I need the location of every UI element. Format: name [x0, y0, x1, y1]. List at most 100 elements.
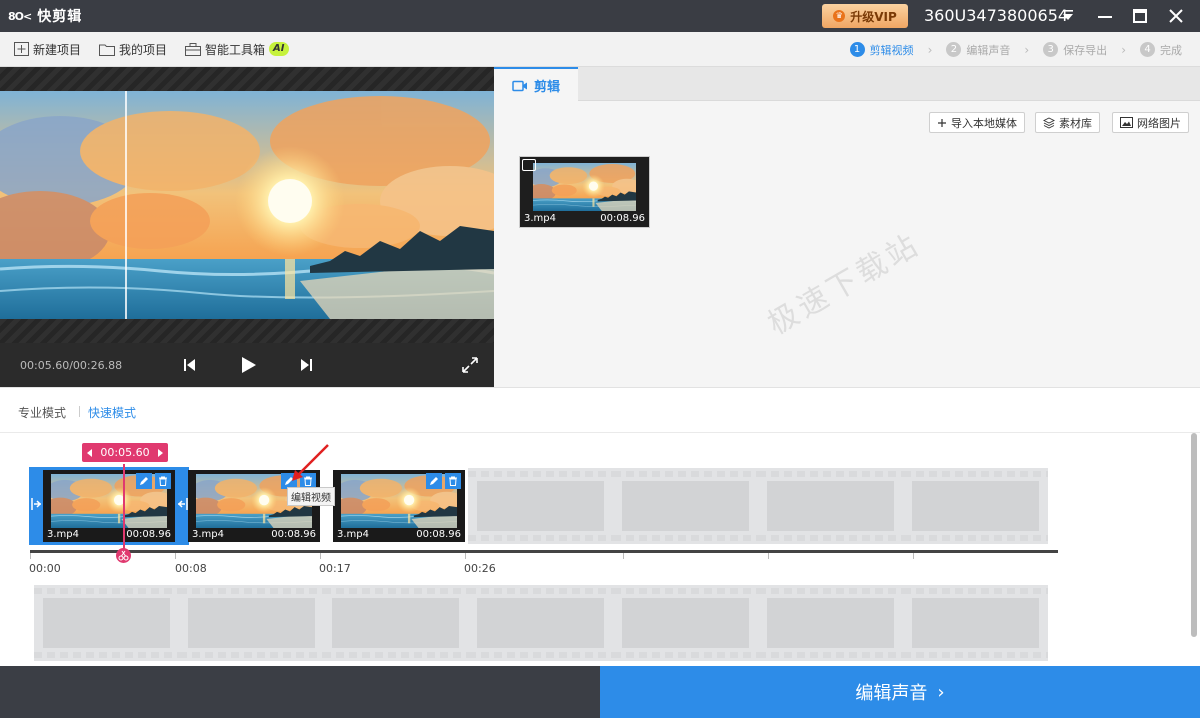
- video-camera-icon: [512, 80, 527, 91]
- edit-clip-pencil-icon[interactable]: [136, 473, 152, 489]
- playhead-line[interactable]: [123, 464, 125, 558]
- delete-clip-trash-icon[interactable]: [155, 473, 171, 489]
- clip-duration: 00:08.96: [126, 529, 171, 540]
- title-bar: 8O< 快剪辑 ♛ 升级VIP 360U3473800654: [0, 0, 1200, 32]
- step-number: 2: [946, 42, 962, 57]
- media-item[interactable]: 3.mp4 00:08.96: [519, 156, 650, 228]
- ai-badge: AI: [269, 42, 289, 56]
- playhead-time: 00:05.60: [100, 446, 150, 459]
- step-label: 剪辑视频: [869, 43, 914, 57]
- nudge-right-icon[interactable]: [156, 448, 164, 457]
- step-save-export[interactable]: 3 保存导出: [1043, 42, 1107, 58]
- empty-clip-slot[interactable]: [468, 468, 613, 544]
- plus-box-icon: [14, 42, 29, 56]
- empty-clip-slot[interactable]: [613, 585, 758, 661]
- import-media-button[interactable]: 导入本地媒体: [929, 112, 1025, 133]
- fast-mode-tab[interactable]: 快速模式: [88, 404, 136, 421]
- added-check-icon: [522, 159, 536, 171]
- pro-mode-tab[interactable]: 专业模式: [18, 404, 66, 421]
- mode-bar: 专业模式 快速模式: [0, 387, 1200, 433]
- image-icon: [1120, 117, 1133, 128]
- edit-clip-pencil-icon[interactable]: [426, 473, 442, 489]
- step-finish[interactable]: 4 完成: [1140, 42, 1182, 58]
- video-preview-frame[interactable]: [0, 91, 494, 319]
- ruler-tick: [175, 553, 176, 559]
- next-button-label: 编辑声音: [855, 683, 928, 704]
- skip-forward-icon[interactable]: [296, 355, 316, 375]
- media-tab-strip: [494, 67, 1200, 101]
- step-label: 保存导出: [1063, 43, 1108, 57]
- trim-left-handle-icon[interactable]: [31, 497, 43, 511]
- tab-edit-label: 剪辑: [533, 80, 560, 95]
- logo-icon: 8O<: [8, 9, 32, 23]
- empty-clip-slot[interactable]: [903, 585, 1048, 661]
- fullscreen-icon[interactable]: [460, 355, 480, 375]
- my-projects-button[interactable]: 我的项目: [99, 41, 167, 58]
- mode-divider: [79, 406, 80, 417]
- media-filename: 3.mp4: [524, 213, 556, 224]
- web-images-button[interactable]: 网络图片: [1112, 112, 1189, 133]
- edit-video-tooltip: 编辑视频: [287, 487, 335, 506]
- ruler-tick: [465, 553, 466, 559]
- username[interactable]: 360U3473800654: [924, 6, 1068, 25]
- clip-filename: 3.mp4: [192, 529, 224, 540]
- step-number: 4: [1140, 42, 1155, 57]
- material-library-button[interactable]: 素材库: [1035, 112, 1100, 133]
- clip-filename: 3.mp4: [337, 529, 369, 540]
- footer-left-area: [0, 666, 600, 718]
- timeline-ruler[interactable]: [30, 550, 1058, 553]
- nudge-left-icon[interactable]: [86, 448, 94, 457]
- smart-tools-label: 智能工具箱: [205, 42, 266, 57]
- minimize-icon[interactable]: [1095, 6, 1115, 26]
- empty-clip-slot[interactable]: [468, 585, 613, 661]
- ruler-label: 00:17: [319, 562, 351, 575]
- video-preview-panel: 00:05.60/00:26.88: [0, 67, 494, 387]
- smart-tools-button[interactable]: 智能工具箱 AI: [185, 41, 289, 58]
- media-panel: 剪辑 导入本地媒体 素材库 网络图片 3.mp4 00:08.96: [494, 67, 1200, 387]
- ruler-tick: [913, 553, 914, 559]
- empty-clip-slot[interactable]: [758, 585, 903, 661]
- empty-clip-slot[interactable]: [323, 585, 468, 661]
- timeline-clip[interactable]: 3.mp4 00:08.96: [333, 470, 465, 542]
- empty-clip-slot[interactable]: [179, 585, 324, 661]
- maximize-icon[interactable]: [1130, 6, 1150, 26]
- ruler-tick: [623, 553, 624, 559]
- ruler-label: 00:00: [29, 562, 61, 575]
- play-icon[interactable]: [238, 355, 258, 375]
- vip-label: 升级VIP: [850, 9, 897, 24]
- skip-back-icon[interactable]: [180, 355, 200, 375]
- user-menu-caret-icon[interactable]: [1062, 9, 1074, 21]
- plus-icon: [938, 118, 946, 127]
- tab-edit[interactable]: 剪辑: [494, 67, 578, 102]
- empty-clip-slot[interactable]: [903, 468, 1048, 544]
- trim-right-handle-icon[interactable]: [176, 497, 188, 511]
- playhead-time-badge[interactable]: 00:05.60: [82, 443, 168, 462]
- step-edit-audio[interactable]: 2 编辑声音: [946, 42, 1010, 58]
- layers-icon: [1043, 116, 1055, 129]
- preview-letterbox-top: [0, 67, 494, 91]
- split-scissors-icon[interactable]: [116, 548, 131, 563]
- empty-clip-slot[interactable]: [34, 585, 179, 661]
- main-toolbar: 新建项目 我的项目 智能工具箱 AI 1 剪辑视频 › 2 编辑声音 › 3 保…: [0, 32, 1200, 67]
- ruler-label: 00:26: [464, 562, 496, 575]
- timeline-scrollbar[interactable]: [1191, 433, 1197, 637]
- step-edit-video[interactable]: 1 剪辑视频: [849, 42, 914, 58]
- clip-duration: 00:08.96: [416, 529, 461, 540]
- web-images-label: 网络图片: [1137, 116, 1181, 130]
- next-edit-audio-button[interactable]: 编辑声音 ›: [600, 666, 1200, 718]
- delete-clip-trash-icon[interactable]: [445, 473, 461, 489]
- step-number: 3: [1043, 42, 1059, 57]
- app-logo: 8O< 快剪辑: [8, 6, 82, 26]
- timeline-clip[interactable]: 3.mp4 00:08.96: [43, 470, 175, 542]
- new-project-button[interactable]: 新建项目: [14, 41, 81, 58]
- folder-icon: [99, 44, 116, 56]
- timeline: 3.mp4 00:08.96 3.mp4 00:08.96 3.mp4 00:0…: [0, 433, 1200, 666]
- close-icon[interactable]: [1166, 6, 1186, 26]
- empty-clip-slot[interactable]: [613, 468, 758, 544]
- app-title: 快剪辑: [37, 9, 83, 25]
- empty-clip-slot[interactable]: [758, 468, 903, 544]
- upgrade-vip-button[interactable]: ♛ 升级VIP: [822, 4, 908, 28]
- crown-icon: ♛: [833, 10, 846, 22]
- new-project-label: 新建项目: [33, 42, 82, 57]
- my-projects-label: 我的项目: [119, 42, 168, 57]
